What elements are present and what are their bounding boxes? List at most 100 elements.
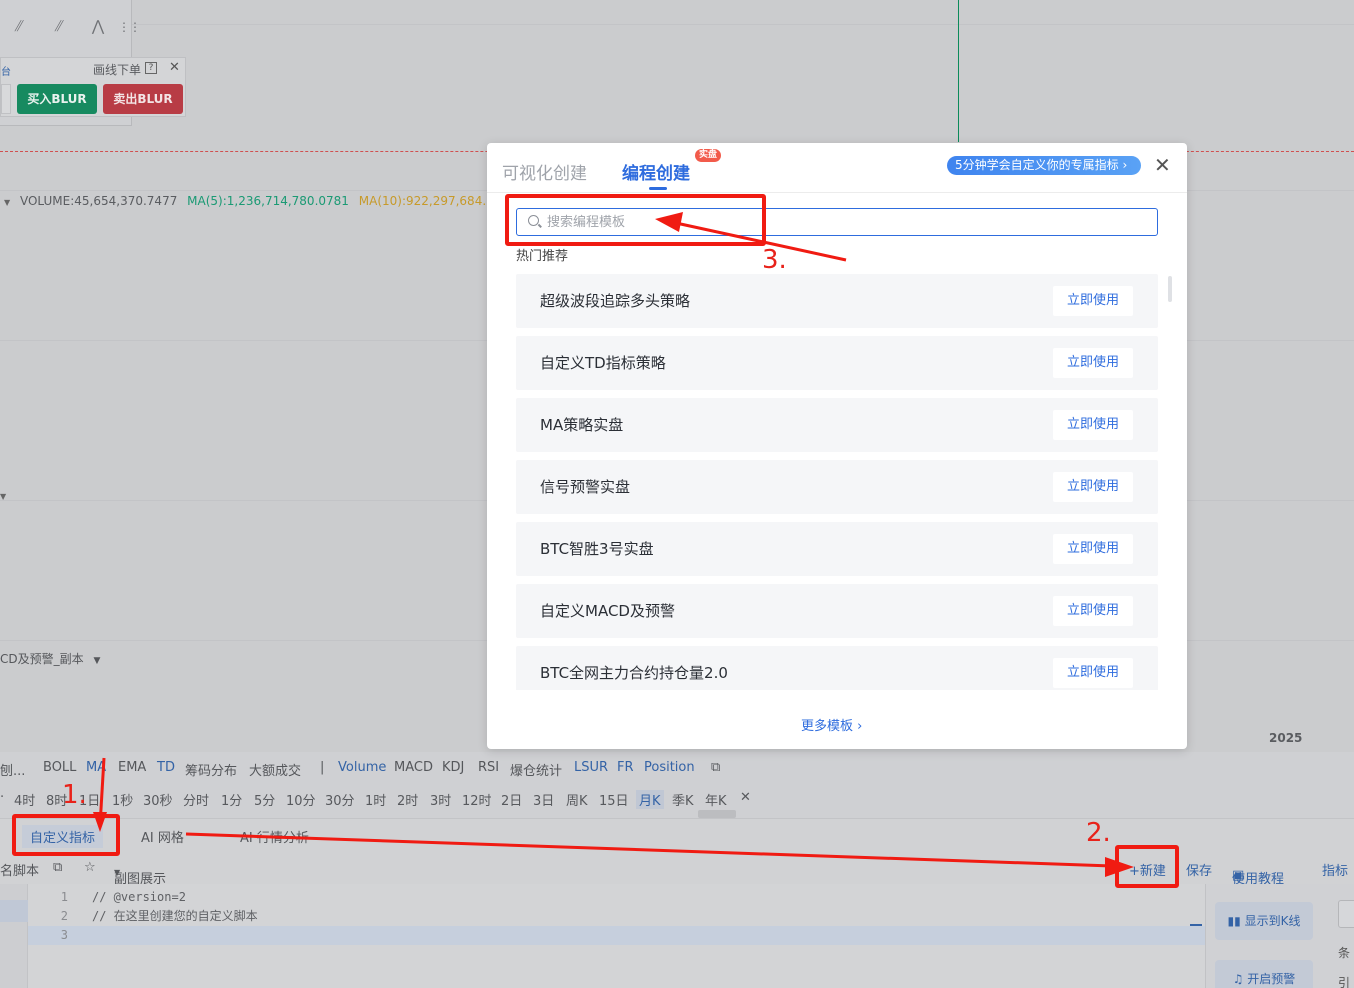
indicator-item[interactable]: RSI (478, 760, 499, 775)
template-item[interactable]: 信号预警实盘 立即使用 (516, 460, 1158, 514)
timeframe-item[interactable]: 30秒 (143, 790, 173, 809)
side-label: 引 (1338, 976, 1351, 988)
indicator-item[interactable]: 筹码分布 (185, 760, 237, 779)
collapse-icon[interactable]: ▼ (0, 492, 6, 501)
indicator-item[interactable]: FR (617, 760, 634, 775)
indicator-item[interactable]: BOLL (43, 760, 76, 775)
chevron-down-icon[interactable]: ▼ (93, 656, 100, 666)
code-text: // 在这里创建您的自定义脚本 (92, 909, 258, 923)
use-now-button[interactable]: 立即使用 (1053, 348, 1133, 378)
indicator-item[interactable]: KDJ (442, 760, 464, 775)
timeframe-item[interactable]: 3时 (430, 790, 451, 809)
open-alert-button[interactable]: ♫ 开启预警 (1215, 960, 1313, 988)
use-now-button[interactable]: 立即使用 (1053, 534, 1133, 564)
use-now-button[interactable]: 立即使用 (1053, 410, 1133, 440)
code-editor[interactable]: 1 // @version=2 2 // 在这里创建您的自定义脚本 3 (0, 884, 1205, 988)
tab-code-create[interactable]: 编程创建 (622, 159, 690, 184)
order-stub-button[interactable] (1, 84, 11, 114)
timeframe-item[interactable]: 周K (566, 790, 588, 809)
indicator-item[interactable]: Volume (338, 760, 386, 775)
ray-line-icon[interactable]: ⫽ (44, 17, 72, 35)
volume-value: VOLUME:45,654,370.7477 (19, 194, 178, 208)
collapse-icon[interactable]: ▼ (4, 198, 10, 207)
timeframe-item[interactable]: 4时 (14, 790, 35, 809)
indicator-item[interactable]: 大额成交 (249, 760, 301, 779)
timeframe-item[interactable]: 季K (672, 790, 694, 809)
more-templates-link[interactable]: 更多模板 › (801, 715, 862, 734)
drag-handle-icon[interactable]: ⋮⋮ (118, 20, 141, 34)
template-item[interactable]: BTC全网主力合约持仓量2.0 立即使用 (516, 646, 1158, 690)
sell-button[interactable]: 卖出BLUR (103, 84, 183, 114)
template-item[interactable]: 自定义TD指标策略 立即使用 (516, 336, 1158, 390)
indicator-item[interactable]: LSUR (574, 760, 608, 775)
indicator-item[interactable]: MA (86, 760, 106, 775)
template-item[interactable]: MA策略实盘 立即使用 (516, 398, 1158, 452)
indicator-item[interactable]: 爆仓统计 (510, 760, 562, 779)
code-line-current[interactable]: 3 (28, 926, 1205, 945)
candle-wick (958, 0, 959, 142)
tab-ai-analysis[interactable]: AI 行情分析 (240, 827, 309, 846)
annotation-box-2 (1115, 845, 1179, 888)
template-title: 超级波段追踪多头策略 (540, 292, 691, 310)
use-now-button[interactable]: 立即使用 (1053, 286, 1133, 316)
indicator-item[interactable]: Position (644, 760, 695, 775)
indicator-item[interactable]: 刨... (0, 760, 25, 779)
annotation-number-3: 3. (762, 245, 787, 275)
timeframe-item[interactable]: 年K (705, 790, 727, 809)
indicator-item[interactable]: TD (157, 760, 175, 775)
timeframe-item[interactable]: 10分 (286, 790, 316, 809)
template-item[interactable]: 超级波段追踪多头策略 立即使用 (516, 274, 1158, 328)
tab-visual-create[interactable]: 可视化创建 (502, 159, 587, 184)
show-on-kline-button[interactable]: ▮▮ 显示到K线 (1215, 902, 1313, 940)
buy-button[interactable]: 买入BLUR (17, 84, 97, 114)
tutorial-promo-link[interactable]: 5分钟学会自定义你的专属指标 › (947, 156, 1142, 175)
close-icon[interactable]: ✕ (1154, 153, 1171, 177)
timeframe-item-active[interactable]: 月K (636, 790, 664, 809)
code-line[interactable]: 1 // @version=2 (28, 888, 1205, 907)
script-name[interactable]: 名脚本 (0, 860, 39, 879)
code-text: // @version=2 (92, 890, 186, 904)
timeframe-item[interactable]: 30分 (325, 790, 355, 809)
close-icon[interactable]: ✕ (740, 790, 751, 805)
side-input[interactable] (1338, 900, 1354, 928)
template-item[interactable]: 自定义MACD及预警 立即使用 (516, 584, 1158, 638)
template-title: 信号预警实盘 (540, 478, 631, 496)
volume-legend: ▼ VOLUME:45,654,370.7477 MA(5):1,236,714… (4, 194, 523, 208)
edit-icon[interactable]: ⧉ (53, 860, 62, 875)
volume-ma5: MA(5):1,236,714,780.0781 (187, 194, 349, 208)
indicator-bar: 刨... BOLL MA EMA TD 筹码分布 大额成交 | Volume M… (0, 752, 1354, 782)
wave-icon[interactable]: ⋀ (84, 17, 112, 35)
timeframe-item[interactable]: 12时 (462, 790, 492, 809)
use-now-button[interactable]: 立即使用 (1053, 596, 1133, 626)
parallel-line-icon[interactable]: ⫽ (4, 17, 32, 35)
indicator-item[interactable]: EMA (118, 760, 146, 775)
panel-resize-handle[interactable] (698, 810, 736, 818)
timeframe-item[interactable]: 1时 (365, 790, 386, 809)
template-item[interactable]: BTC智胜3号实盘 立即使用 (516, 522, 1158, 576)
star-icon[interactable]: ☆ (84, 860, 96, 875)
timeframe-item[interactable]: 分时 (183, 790, 209, 809)
indicator-button[interactable]: 指标 (1322, 860, 1348, 879)
close-icon[interactable]: ✕ (169, 60, 180, 75)
help-icon[interactable]: ? (145, 62, 157, 74)
template-title: 自定义TD指标策略 (540, 354, 666, 372)
use-now-button[interactable]: 立即使用 (1053, 472, 1133, 502)
edit-icon[interactable]: ⧉ (711, 760, 720, 775)
timeframe-item[interactable]: 5分 (254, 790, 275, 809)
timeframe-item[interactable]: 2时 (397, 790, 418, 809)
indicator-item[interactable]: MACD (394, 760, 433, 775)
save-button[interactable]: 保存 (1186, 860, 1212, 879)
timeframe-item[interactable]: 15日 (599, 790, 629, 809)
side-label: 条 (1338, 946, 1351, 960)
timeframe-item[interactable]: 1秒 (112, 790, 133, 809)
timeframe-bar: · 4时 8时 1日 1秒 30秒 分时 1分 5分 10分 30分 1时 2时… (0, 782, 1354, 812)
timeframe-item[interactable]: 1分 (221, 790, 242, 809)
use-now-button[interactable]: 立即使用 (1053, 658, 1133, 688)
timeframe-item[interactable]: 2日 (501, 790, 522, 809)
code-line[interactable]: 2 // 在这里创建您的自定义脚本 (28, 907, 1205, 926)
timeframe-item[interactable]: 3日 (533, 790, 554, 809)
tab-ai-grid[interactable]: AI 网格 (141, 827, 184, 846)
chevron-icon[interactable]: · (0, 790, 4, 805)
list-scrollbar[interactable] (1168, 276, 1172, 302)
macd-copy-label[interactable]: CD及预警_副本 ▼ (0, 650, 100, 667)
